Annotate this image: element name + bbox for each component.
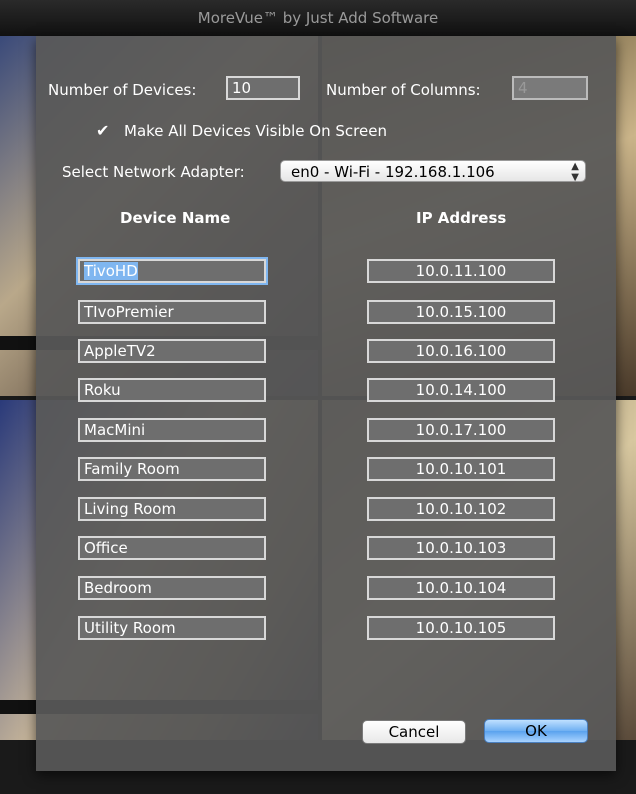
- cancel-button[interactable]: Cancel: [362, 720, 466, 744]
- device-name-field-4[interactable]: Roku: [78, 378, 266, 402]
- ip-field-2[interactable]: 10.0.15.100: [367, 300, 555, 324]
- make-visible-label[interactable]: Make All Devices Visible On Screen: [124, 122, 387, 140]
- device-name-field-5[interactable]: MacMini: [78, 418, 266, 442]
- ip-field-6[interactable]: 10.0.10.101: [367, 457, 555, 481]
- ip-field-1[interactable]: 10.0.11.100: [367, 259, 555, 283]
- ip-field-7[interactable]: 10.0.10.102: [367, 497, 555, 521]
- device-name-field-7[interactable]: Living Room: [78, 497, 266, 521]
- network-adapter-value: en0 - Wi-Fi - 192.168.1.106: [291, 163, 495, 181]
- ip-field-10[interactable]: 10.0.10.105: [367, 616, 555, 640]
- app-window: MoreVue™ by Just Add Software Number of …: [0, 0, 636, 794]
- num-devices-field[interactable]: 10: [226, 76, 300, 100]
- ok-button[interactable]: OK: [484, 719, 588, 743]
- device-name-field-6[interactable]: Family Room: [78, 457, 266, 481]
- ip-field-9[interactable]: 10.0.10.104: [367, 576, 555, 600]
- network-adapter-popup[interactable]: en0 - Wi-Fi - 192.168.1.106 ▲ ▼: [280, 160, 586, 183]
- ip-address-header: IP Address: [416, 209, 507, 227]
- device-name-field-10[interactable]: Utility Room: [78, 616, 266, 640]
- device-name-field-2[interactable]: TIvoPremier: [78, 300, 266, 324]
- network-adapter-label: Select Network Adapter:: [62, 163, 245, 181]
- checkmark-icon[interactable]: ✔: [96, 123, 109, 139]
- ip-field-5[interactable]: 10.0.17.100: [367, 418, 555, 442]
- ip-field-3[interactable]: 10.0.16.100: [367, 339, 555, 363]
- window-title: MoreVue™ by Just Add Software: [0, 0, 636, 36]
- device-name-header: Device Name: [120, 209, 231, 227]
- num-columns-field[interactable]: 4: [512, 76, 588, 100]
- num-columns-label: Number of Columns:: [326, 81, 481, 99]
- device-name-field-3[interactable]: AppleTV2: [78, 339, 266, 363]
- device-name-field-8[interactable]: Office: [78, 536, 266, 560]
- settings-sheet: Number of Devices: 10 Number of Columns:…: [36, 36, 616, 771]
- ip-field-4[interactable]: 10.0.14.100: [367, 378, 555, 402]
- ip-field-8[interactable]: 10.0.10.103: [367, 536, 555, 560]
- device-name-field-1[interactable]: TivoHD: [78, 259, 266, 283]
- device-name-field-9[interactable]: Bedroom: [78, 576, 266, 600]
- num-devices-label: Number of Devices:: [48, 81, 197, 99]
- up-down-arrows-icon: ▲ ▼: [571, 161, 579, 183]
